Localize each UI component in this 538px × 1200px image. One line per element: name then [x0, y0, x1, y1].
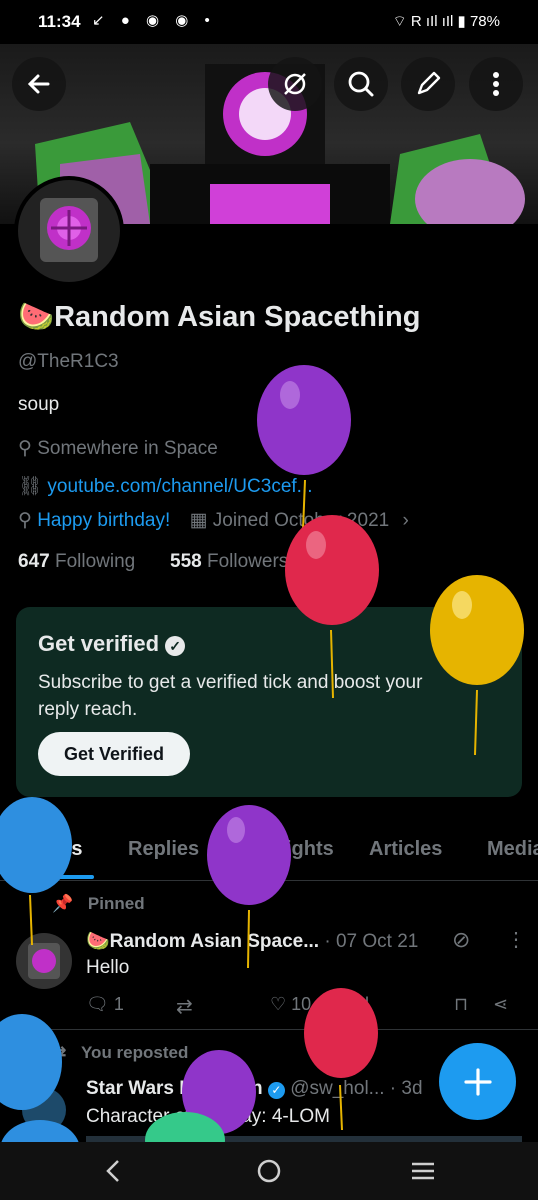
- balloon-red-mid: [285, 515, 379, 699]
- birthday-balloons: [0, 365, 524, 1180]
- compose-post-button[interactable]: [439, 1043, 516, 1120]
- balloon-red-low: [304, 988, 378, 1131]
- system-nav-bar: [0, 1142, 538, 1200]
- nav-recents-icon[interactable]: [410, 1158, 436, 1184]
- nav-back-icon[interactable]: [100, 1158, 126, 1184]
- balloon-purple-mid: [207, 805, 291, 969]
- nav-home-icon[interactable]: [256, 1158, 282, 1184]
- balloon-yellow: [430, 575, 524, 756]
- balloon-blue-left: [0, 797, 72, 946]
- balloon-purple-top: [257, 365, 351, 531]
- plus-icon: [463, 1067, 492, 1096]
